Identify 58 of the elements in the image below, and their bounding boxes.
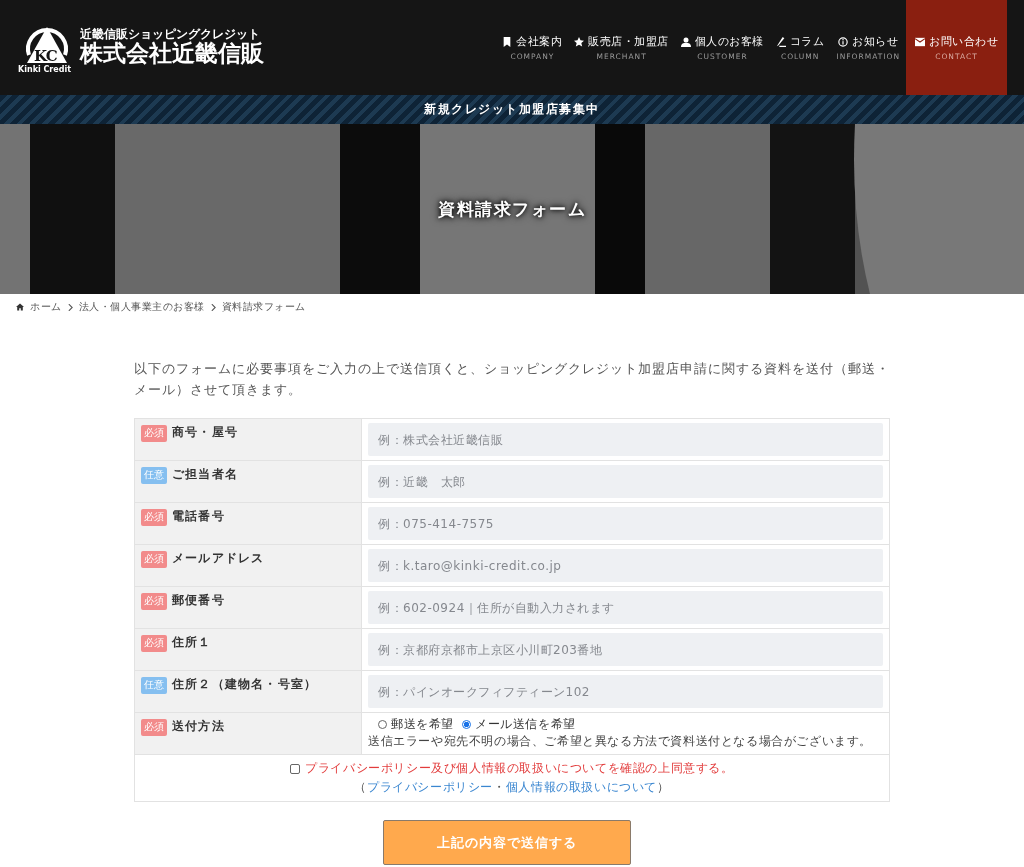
field-label: ご担当者名 bbox=[172, 467, 238, 482]
checkbox[interactable] bbox=[290, 763, 301, 774]
policy-link[interactable]: プライバシーポリシー bbox=[367, 780, 494, 794]
consent-label: プライバシーポリシー及び個人情報の取扱いについてを確認の上同意する。 bbox=[305, 760, 734, 777]
field-badge: 任意 bbox=[141, 467, 167, 484]
field-label: 住所１ bbox=[172, 635, 212, 650]
chevron-icon bbox=[210, 303, 216, 311]
home-icon bbox=[16, 303, 24, 311]
field-label: 住所２（建物名・号室） bbox=[172, 677, 318, 692]
input-field[interactable]: 例：602-0924｜住所が自動入力されます bbox=[368, 591, 883, 624]
send-note: 送信エラーや宛先不明の場合、ご希望と異なる方法で資料送付となる場合がございます。 bbox=[368, 734, 873, 749]
pen-icon bbox=[775, 36, 786, 47]
nav-label: 販売店・加盟店 bbox=[588, 34, 669, 49]
bookmark-icon bbox=[502, 36, 513, 47]
nav-label: コラム bbox=[789, 34, 825, 49]
nav-label: 会社案内 bbox=[516, 34, 563, 49]
info-icon bbox=[838, 36, 849, 47]
field-badge: 任意 bbox=[141, 677, 167, 694]
mail-icon bbox=[915, 36, 925, 47]
nav-label: お問い合わせ bbox=[929, 34, 998, 49]
radio-label: 郵送を希望 bbox=[391, 717, 454, 732]
input-field[interactable]: 例：075-414-7575 bbox=[368, 507, 883, 540]
page-title: 資料請求フォーム bbox=[438, 197, 586, 221]
input-field[interactable]: 例：k.taro@kinki-credit.co.jp bbox=[368, 549, 883, 582]
breadcrumb-item[interactable]: 法人・個人事業主のお客様 bbox=[78, 300, 205, 314]
policy-link[interactable]: 個人情報の取扱いについて bbox=[505, 780, 657, 794]
person-icon bbox=[680, 36, 691, 47]
field-badge: 必須 bbox=[141, 635, 167, 652]
field-badge: 必須 bbox=[141, 425, 167, 442]
field-label: 郵便番号 bbox=[172, 593, 225, 608]
field-label: 電話番号 bbox=[172, 509, 225, 524]
star-icon bbox=[574, 36, 585, 47]
intro-text: 以下のフォームに必要事項をご入力の上で送信頂くと、ショッピングクレジット加盟店申請に関する資料を送付（郵送・メール）させて頂きます。 bbox=[134, 360, 890, 399]
breadcrumb-item[interactable]: ホーム bbox=[30, 300, 62, 314]
radio-button[interactable] bbox=[462, 720, 471, 729]
radio-label: メール送信を希望 bbox=[475, 717, 576, 732]
input-field[interactable]: 例：京都府京都市上京区小川町203番地 bbox=[368, 633, 883, 666]
company-name: 株式会社近畿信販 bbox=[80, 41, 264, 67]
logo-tagline: 近畿信販ショッピングクレジット bbox=[80, 28, 261, 42]
radio-button[interactable] bbox=[378, 720, 387, 729]
input-field[interactable]: 例：株式会社近畿信販 bbox=[368, 423, 883, 456]
breadcrumb-item[interactable]: 資料請求フォーム bbox=[221, 300, 306, 314]
logo-letters: KC bbox=[34, 46, 57, 65]
policy-links-text: （プライバシーポリシー・個人情報の取扱いについて） bbox=[354, 779, 670, 796]
chevron-icon bbox=[67, 303, 73, 311]
field-badge: 必須 bbox=[141, 593, 167, 610]
input-field[interactable]: 例：近畿 太郎 bbox=[368, 465, 883, 498]
nav-label: 個人のお客様 bbox=[694, 34, 764, 49]
nav-label: お知らせ bbox=[852, 34, 899, 49]
field-label: メールアドレス bbox=[172, 551, 265, 566]
logo-caption: Kinki Credit bbox=[18, 64, 72, 74]
field-badge: 必須 bbox=[141, 551, 167, 568]
field-label: 商号・屋号 bbox=[172, 425, 238, 440]
field-badge: 必須 bbox=[141, 719, 167, 736]
field-label: 送付方法 bbox=[172, 719, 225, 734]
recruit-banner[interactable]: 新規クレジット加盟店募集中 bbox=[0, 95, 1024, 124]
field-badge: 必須 bbox=[141, 509, 167, 526]
input-field[interactable]: 例：パインオークフィフティーン102 bbox=[368, 675, 883, 708]
